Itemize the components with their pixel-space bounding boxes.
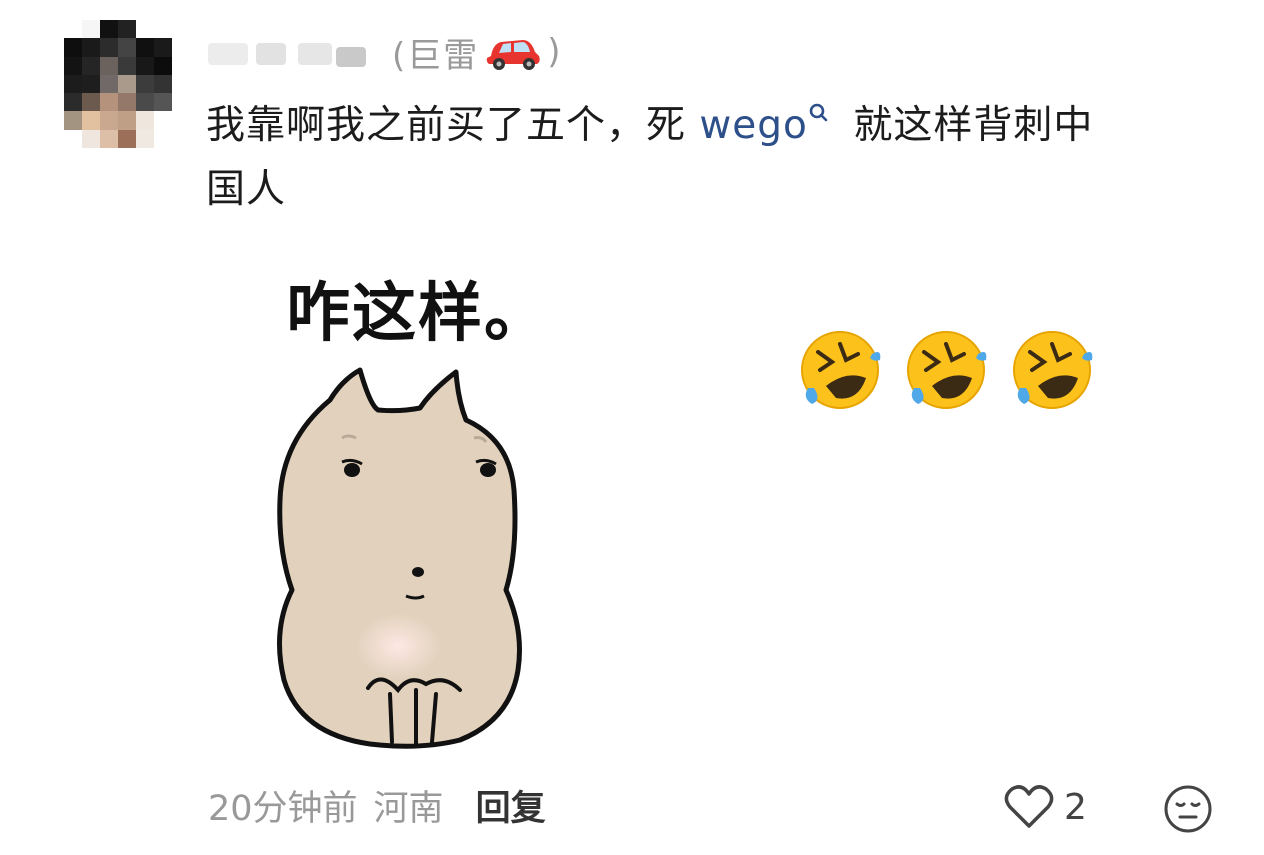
search-icon[interactable] (808, 102, 830, 128)
emoji-row (796, 326, 1096, 414)
user-tag: (巨雷 ) (392, 28, 563, 77)
user-tag-text: (巨雷 (392, 35, 480, 76)
comment-text: 我靠啊我之前买了五个，死 wego 就这样背刺中 国人 (206, 94, 1206, 222)
reaction-button[interactable] (1163, 784, 1213, 838)
sticker-image[interactable]: 咋这样。 (260, 250, 560, 760)
user-tag-close: ) (547, 32, 563, 72)
rolling-laughing-icon (1013, 331, 1093, 409)
reply-button[interactable]: 回复 (476, 780, 546, 831)
comment-text-part1: 我靠啊我之前买了五个，死 (206, 103, 700, 148)
username-blurred[interactable] (206, 37, 378, 67)
comment-location: 河南 (373, 789, 444, 829)
like-count: 2 (1064, 786, 1087, 828)
comment-text-part2: 就这样背刺中 (839, 103, 1094, 148)
car-icon (487, 40, 540, 70)
rolling-laughing-icon (801, 331, 881, 409)
comment-meta: 20分钟前 河南 回复 (208, 780, 546, 831)
username-row[interactable]: (巨雷 ) (206, 26, 563, 78)
face-icon[interactable] (1163, 784, 1213, 834)
capybara-drawing (277, 367, 522, 749)
like-button[interactable]: 2 (1004, 784, 1087, 830)
comment-time: 20分钟前 (208, 789, 358, 829)
heart-icon[interactable] (1004, 784, 1054, 830)
rolling-laughing-icon (907, 331, 987, 409)
wego-search-link[interactable]: wego (699, 103, 808, 148)
comment-text-line2: 国人 (206, 167, 287, 212)
avatar[interactable] (64, 20, 172, 149)
